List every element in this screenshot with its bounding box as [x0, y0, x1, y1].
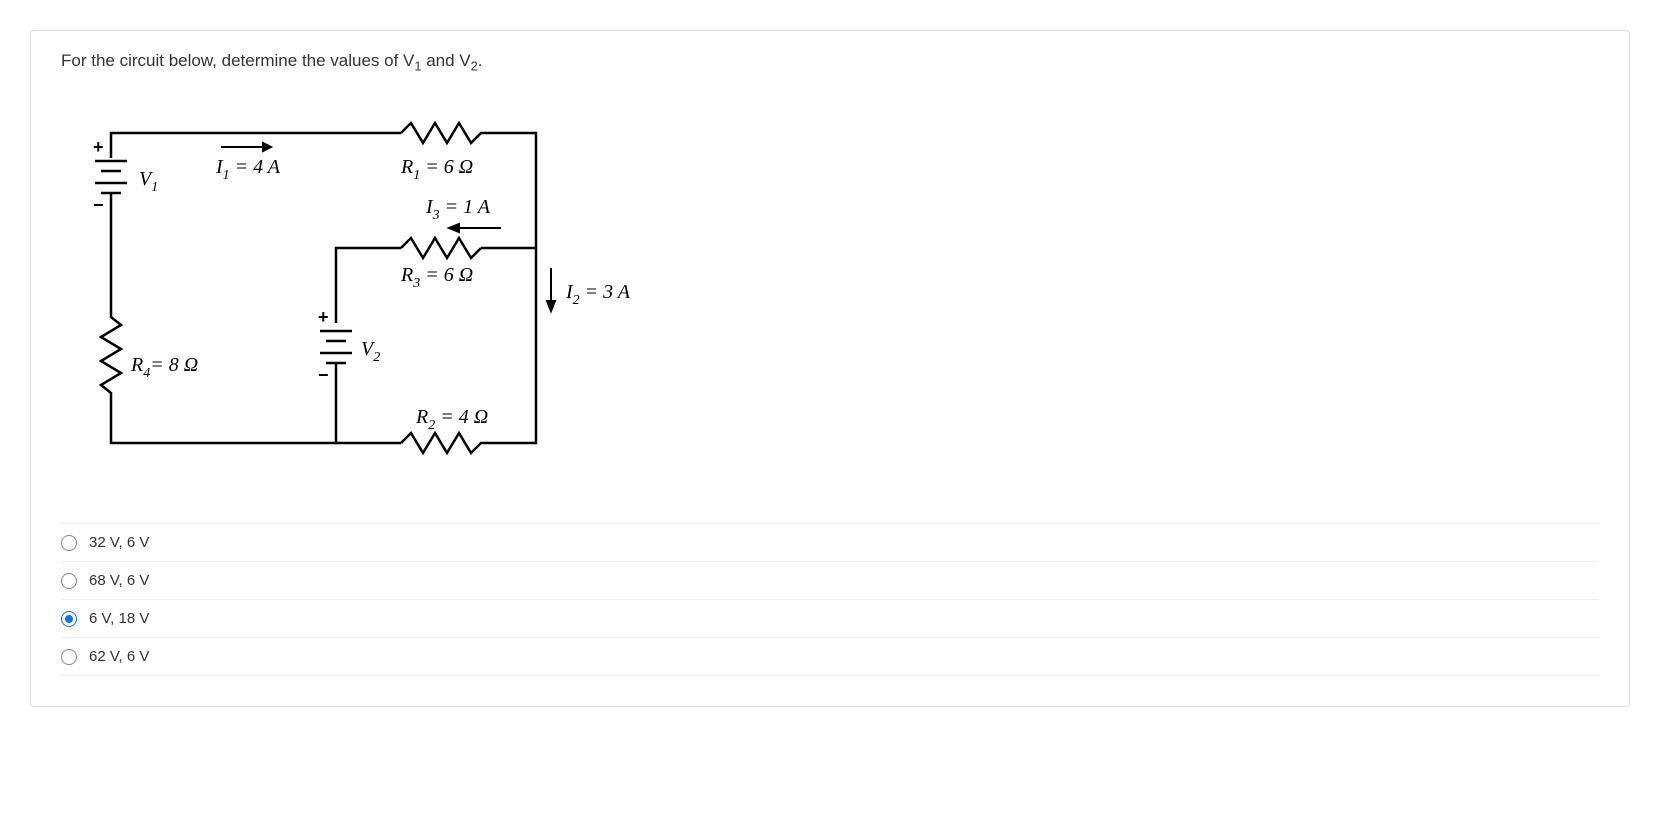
- v1-minus: −: [93, 195, 104, 215]
- question-suffix: .: [478, 51, 483, 70]
- question-sub1: 1: [414, 58, 421, 73]
- option-3-label: 6 V, 18 V: [89, 610, 149, 627]
- question-sub2: 2: [471, 58, 478, 73]
- i3-label: I3 = 1 A: [425, 196, 491, 223]
- question-mid: and V: [422, 51, 471, 70]
- option-2-label: 68 V, 6 V: [89, 572, 149, 589]
- option-1[interactable]: 32 V, 6 V: [61, 523, 1599, 561]
- radio-icon: [61, 649, 77, 665]
- r4-label: R4= 8 Ω: [130, 354, 198, 381]
- question-prefix: For the circuit below, determine the val…: [61, 51, 414, 70]
- circuit-diagram: + − V1 + − V2 I1 = 4 A R1 = 6 Ω: [71, 103, 1599, 483]
- question-text: For the circuit below, determine the val…: [61, 51, 1599, 73]
- i2-label: I2 = 3 A: [565, 281, 631, 308]
- v1-label: V1: [139, 168, 158, 195]
- option-3[interactable]: 6 V, 18 V: [61, 599, 1599, 637]
- radio-icon-selected: [61, 611, 77, 627]
- v2-minus: −: [318, 365, 329, 385]
- r3-label: R3 = 6 Ω: [400, 264, 473, 291]
- question-container: For the circuit below, determine the val…: [30, 30, 1630, 707]
- radio-icon: [61, 535, 77, 551]
- option-4-label: 62 V, 6 V: [89, 648, 149, 665]
- option-2[interactable]: 68 V, 6 V: [61, 561, 1599, 599]
- i1-label: I1 = 4 A: [215, 156, 281, 183]
- r1-label: R1 = 6 Ω: [400, 156, 473, 183]
- r2-label: R2 = 4 Ω: [415, 406, 488, 433]
- v2-plus: +: [318, 307, 329, 327]
- v1-plus: +: [93, 137, 104, 157]
- option-1-label: 32 V, 6 V: [89, 534, 149, 551]
- answer-options: 32 V, 6 V 68 V, 6 V 6 V, 18 V 62 V, 6 V: [61, 523, 1599, 676]
- circuit-svg: + − V1 + − V2 I1 = 4 A R1 = 6 Ω: [71, 103, 651, 483]
- option-4[interactable]: 62 V, 6 V: [61, 637, 1599, 676]
- radio-icon: [61, 573, 77, 589]
- v2-label: V2: [361, 338, 380, 365]
